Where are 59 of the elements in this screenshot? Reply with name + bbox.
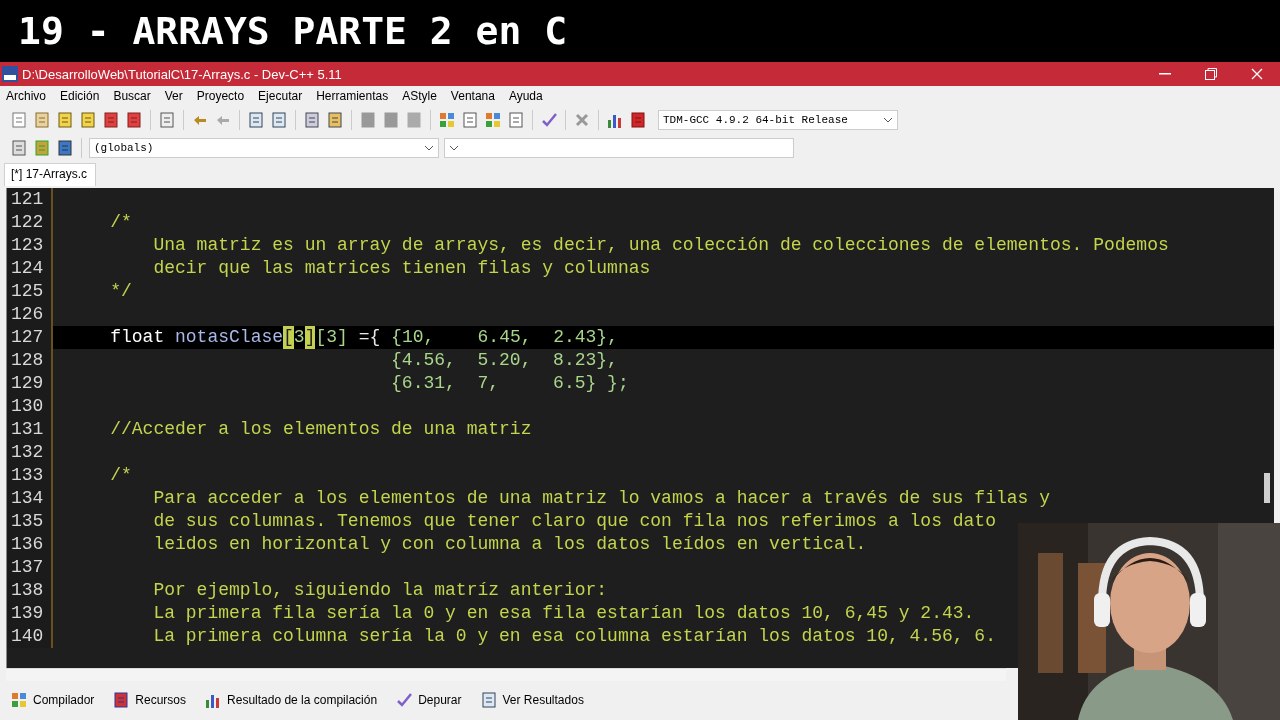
- panel-tab[interactable]: Ver Resultados: [477, 690, 586, 710]
- menu-item[interactable]: Ventana: [450, 89, 502, 103]
- scope-dropdown[interactable]: (globals): [89, 138, 439, 158]
- app-icon: [2, 66, 18, 82]
- code-text: leidos en horizontal y con columna a los datos leídos en vertical.: [152, 533, 867, 556]
- caret-icon[interactable]: [449, 145, 459, 151]
- check-icon[interactable]: [540, 111, 558, 129]
- code-text: {4.56, 5.20, 8.23},: [390, 349, 618, 372]
- panel-tab[interactable]: Resultado de la compilación: [202, 690, 380, 710]
- cross-icon[interactable]: [573, 111, 591, 129]
- code-text: /*: [109, 464, 132, 487]
- minimize-icon[interactable]: [1159, 73, 1171, 75]
- window-title: D:\DesarrolloWeb\TutorialC\17-Arrays.c - Dev-C++ 5.11: [22, 66, 343, 82]
- menu-item[interactable]: Ejecutar: [258, 89, 310, 103]
- code-text: {10, 6.45, 2.43},: [391, 326, 618, 349]
- matched-bracket: ]: [304, 326, 316, 349]
- restore-icon[interactable]: [1205, 68, 1217, 80]
- grid-icon[interactable]: [10, 691, 28, 709]
- panel-tab[interactable]: Depurar: [393, 690, 464, 710]
- menu-item[interactable]: Herramientas: [316, 89, 396, 103]
- panel-tab[interactable]: Recursos: [110, 690, 189, 710]
- code-text: La primera fila sería la 0 y en esa fila estarían los datos 10, 6,45 y 2.43.: [152, 602, 975, 625]
- compiler-dropdown[interactable]: TDM-GCC 4.9.2 64-bit Release: [658, 110, 898, 130]
- code-text: Para acceder a los elementos de una matriz lo vamos a hacer a través de sus filas y: [152, 487, 1050, 510]
- code-text: float: [109, 326, 165, 349]
- code-text: La primera columna sería la 0 y en esa columna estarían los datos 10, 4.56, 6.: [152, 625, 996, 648]
- color-grid-icon[interactable]: [484, 111, 502, 129]
- code-text: notasClase: [174, 326, 284, 349]
- matched-bracket: [: [283, 326, 294, 349]
- code-text: */: [109, 280, 132, 303]
- menu-item[interactable]: Proyecto: [196, 89, 252, 103]
- caret-icon[interactable]: [883, 117, 893, 123]
- panel-tab[interactable]: Compilador: [8, 690, 97, 710]
- grid-icon[interactable]: [438, 111, 456, 129]
- close-icon[interactable]: [1251, 68, 1263, 80]
- code-text: 3: [293, 326, 305, 349]
- menu-item[interactable]: AStyle: [402, 89, 444, 103]
- code-text: ={: [357, 326, 382, 349]
- code-editor[interactable]: [6, 188, 1274, 668]
- code-text: Una matriz es un array de arrays, es decir, una colección de colecciones de elementos. Podemos: [152, 234, 1169, 257]
- check-icon[interactable]: [395, 691, 414, 709]
- code-text: {6.31, 7, 6.5} };: [390, 372, 629, 395]
- menu-item[interactable]: Buscar: [113, 89, 158, 103]
- file-tab[interactable]: [*] 17-Arrays.c: [4, 163, 97, 186]
- code-text: //Acceder a los elementos de una matriz: [109, 418, 532, 441]
- code-text: de sus columnas. Tenemos que tener claro que con fila nos referimos a los dato: [152, 510, 996, 533]
- caret-icon[interactable]: [424, 145, 434, 151]
- menu-item[interactable]: Edición: [60, 89, 107, 103]
- menu-item[interactable]: Archivo: [6, 89, 53, 103]
- code-text: Por ejemplo, siguiendo la matríz anterior:: [152, 579, 608, 602]
- video-title: 19 - ARRAYS PARTE 2 en C: [18, 9, 568, 53]
- code-text: /*: [109, 211, 132, 234]
- code-text: decir que las matrices tienen filas y columnas: [152, 257, 651, 280]
- new-file-icon[interactable]: [10, 111, 28, 129]
- menu-item[interactable]: Ayuda: [508, 89, 550, 103]
- code-text: [3]: [315, 326, 348, 349]
- scrollbar-thumb[interactable]: [1264, 473, 1270, 503]
- horizontal-scrollbar[interactable]: [6, 668, 1006, 681]
- menu-item[interactable]: Ver: [164, 89, 190, 103]
